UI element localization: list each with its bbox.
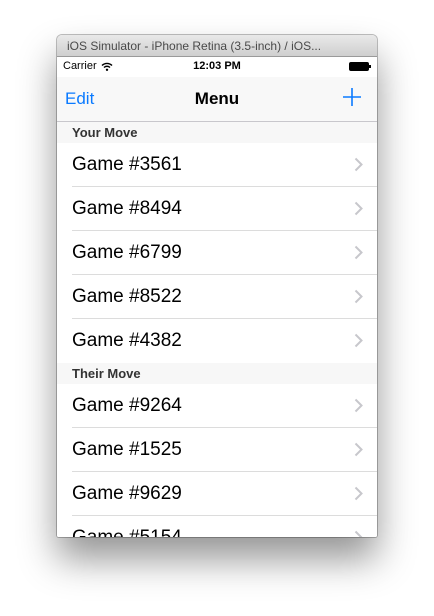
section-their-move: Game #9264 Game #1525 Game #9629 Game #5… xyxy=(57,384,377,537)
status-time: 12:03 PM xyxy=(193,60,241,72)
section-header-their-move: Their Move xyxy=(57,363,377,384)
phone-screen: Carrier 12:03 PM Edit Menu Your Move Gam… xyxy=(57,57,377,537)
navigation-bar: Edit Menu xyxy=(57,77,377,122)
table-row[interactable]: Game #5154 xyxy=(57,516,377,537)
chevron-right-icon xyxy=(354,486,363,501)
section-header-your-move: Your Move xyxy=(57,122,377,143)
status-bar: Carrier 12:03 PM xyxy=(57,57,377,77)
chevron-right-icon xyxy=(354,245,363,260)
chevron-right-icon xyxy=(354,530,363,537)
row-label: Game #6799 xyxy=(72,242,182,263)
page-title: Menu xyxy=(194,89,240,108)
chevron-right-icon xyxy=(354,398,363,413)
chevron-right-icon xyxy=(354,201,363,216)
table-row[interactable]: Game #3561 xyxy=(57,143,377,187)
row-label: Game #1525 xyxy=(72,439,182,460)
chevron-right-icon xyxy=(354,333,363,348)
table-row[interactable]: Game #9629 xyxy=(57,472,377,516)
plus-icon[interactable] xyxy=(341,86,363,108)
table-row[interactable]: Game #8494 xyxy=(57,187,377,231)
row-label: Game #9264 xyxy=(72,395,182,416)
chevron-right-icon xyxy=(354,442,363,457)
row-label: Game #5154 xyxy=(72,527,182,537)
table-row[interactable]: Game #1525 xyxy=(57,428,377,472)
row-label: Game #9629 xyxy=(72,483,182,504)
row-label: Game #8522 xyxy=(72,286,182,307)
table-row[interactable]: Game #8522 xyxy=(57,275,377,319)
battery-icon xyxy=(349,62,371,71)
window-titlebar[interactable]: iOS Simulator - iPhone Retina (3.5-inch)… xyxy=(57,35,377,57)
table-row[interactable]: Game #6799 xyxy=(57,231,377,275)
window-title: iOS Simulator - iPhone Retina (3.5-inch)… xyxy=(67,38,322,53)
games-table: Your Move Game #3561 Game #8494 Game #67… xyxy=(57,122,377,537)
table-row[interactable]: Game #4382 xyxy=(57,319,377,363)
row-label: Game #3561 xyxy=(72,154,182,175)
simulator-window: iOS Simulator - iPhone Retina (3.5-inch)… xyxy=(57,35,377,537)
row-label: Game #4382 xyxy=(72,330,182,351)
row-label: Game #8494 xyxy=(72,198,182,219)
table-row[interactable]: Game #9264 xyxy=(57,384,377,428)
chevron-right-icon xyxy=(354,157,363,172)
chevron-right-icon xyxy=(354,289,363,304)
section-your-move: Game #3561 Game #8494 Game #6799 Game #8… xyxy=(57,143,377,363)
